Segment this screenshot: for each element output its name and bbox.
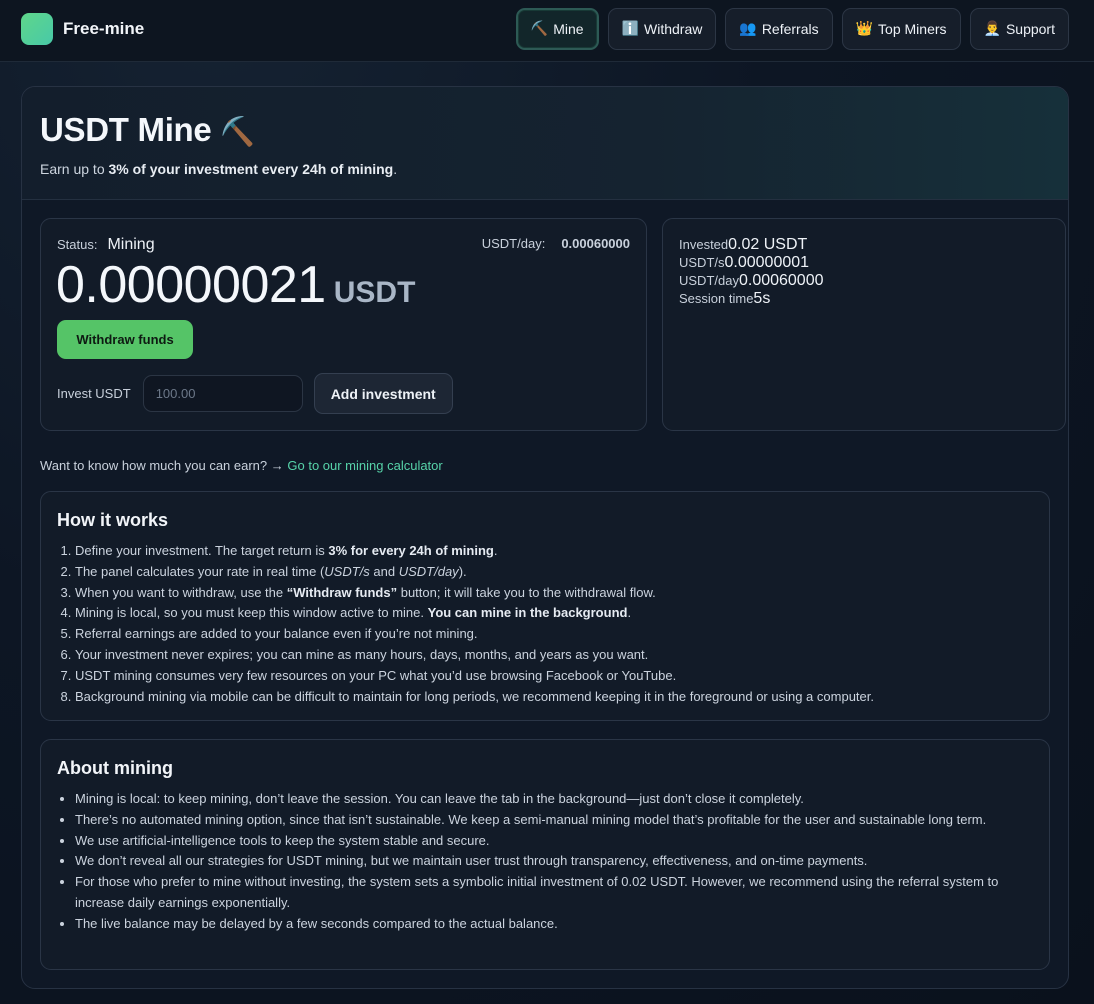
list-item: For those who prefer to mine without inv… (75, 872, 1033, 914)
subtitle-prefix: Earn up to (40, 161, 109, 177)
stat-key: Session time (679, 291, 754, 306)
withdraw-funds-button[interactable]: Withdraw funds (57, 320, 193, 359)
session-stats-panel: Invested 0.02 USDT USDT/s 0.00000001 USD… (662, 218, 1066, 431)
brand-name: Free-mine (63, 19, 145, 38)
page-title: USDT Mine ⛏️ (40, 111, 1050, 149)
pickaxe-icon: ⛏️ (220, 115, 255, 148)
nav-label: Referrals (761, 21, 819, 37)
status-line: Status: Mining (57, 236, 155, 254)
section-title: How it works (57, 510, 169, 530)
item-bold: You can mine in the background (427, 605, 628, 621)
mining-status-panel: Status: Mining USDT/day: 0.00060000 0.00… (40, 218, 647, 431)
item-italic: USDT/s (324, 563, 370, 579)
pickaxe-icon: ⛏️ (530, 21, 549, 37)
item-text: and (369, 563, 399, 579)
crown-icon: 👑 (855, 21, 874, 37)
item-text: ). (458, 563, 467, 579)
how-it-works-list: Define your investment. The target retur… (57, 541, 1033, 707)
item-text: Mining is local, so you must keep this w… (75, 605, 428, 621)
main-nav: ⛏️ Mine ℹ️ Withdraw 👥 Referrals 👑 Top Mi… (515, 8, 1069, 50)
brand-logo (21, 13, 53, 45)
about-mining-list: Mining is local: to keep mining, don’t l… (57, 789, 1033, 935)
list-item: There’s no automated mining option, sinc… (75, 810, 1033, 831)
stat-per-second: USDT/s 0.00000001 (679, 254, 824, 272)
nav-mine-button[interactable]: ⛏️ Mine (515, 8, 599, 50)
list-item: Mining is local: to keep mining, don’t l… (75, 789, 1033, 810)
brand[interactable]: Free-mine (21, 13, 144, 45)
stat-key: Invested (679, 237, 729, 252)
stat-key: USDT/s (679, 255, 725, 270)
section-title: About mining (57, 758, 173, 778)
support-agent-icon: 👨‍💼 (983, 21, 1001, 37)
status-value: Mining (107, 236, 155, 253)
live-balance: 0.00000021 USDT (56, 255, 415, 315)
nav-label: Mine (553, 21, 584, 37)
balance-amount: 0.00000021 (56, 256, 326, 314)
list-item: Referral earnings are added to your bala… (75, 624, 1033, 645)
nav-label: Support (1005, 21, 1055, 37)
how-it-works-section: How it works Define your investment. The… (40, 491, 1050, 721)
top-bar: Free-mine ⛏️ Mine ℹ️ Withdraw 👥 Referral… (0, 0, 1094, 62)
item-bold: “Withdraw funds” (286, 584, 398, 600)
info-icon: ℹ️ (621, 21, 640, 37)
invest-label: Invest USDT (57, 386, 131, 401)
mine-card: USDT Mine ⛏️ Earn up to 3% of your inves… (21, 86, 1069, 989)
item-text: The panel calculates your rate in real t… (75, 563, 325, 579)
stat-key: USDT/day (679, 273, 739, 288)
people-icon: 👥 (739, 21, 757, 37)
balance-unit: USDT (333, 276, 416, 309)
daily-rate-label: USDT/day: (481, 236, 546, 251)
list-item: We use artificial-intelligence tools to … (75, 831, 1033, 852)
item-text: button; it will take you to the withdraw… (397, 584, 656, 600)
nav-support-button[interactable]: 👨‍💼 Support (969, 8, 1069, 50)
list-item: USDT mining consumes very few resources … (75, 666, 1033, 687)
stat-value: 0.00000001 (724, 254, 810, 271)
stat-session-time: Session time 5s (679, 290, 824, 308)
list-item: The panel calculates your rate in real t… (75, 562, 1033, 583)
calculator-text: Want to know how much you can earn? → (40, 458, 288, 473)
nav-label: Withdraw (644, 21, 703, 37)
add-investment-button[interactable]: Add investment (313, 373, 453, 414)
item-text: Define your investment. The target retur… (75, 543, 329, 558)
list-item: Define your investment. The target retur… (75, 541, 1033, 562)
daily-rate: USDT/day: 0.00060000 (482, 236, 630, 251)
daily-rate-value: 0.00060000 (561, 236, 630, 251)
page-title-text: USDT Mine (40, 111, 212, 148)
mining-calculator-link[interactable]: Go to our mining calculator (287, 458, 442, 473)
list-item: The live balance may be delayed by a few… (75, 914, 1033, 935)
nav-label: Top Miners (878, 21, 947, 37)
nav-withdraw-button[interactable]: ℹ️ Withdraw (607, 8, 717, 50)
nav-referrals-button[interactable]: 👥 Referrals (725, 8, 833, 50)
stats-list: Invested 0.02 USDT USDT/s 0.00000001 USD… (679, 236, 824, 308)
hero: USDT Mine ⛏️ Earn up to 3% of your inves… (22, 87, 1068, 200)
list-item: Mining is local, so you must keep this w… (75, 603, 1033, 624)
stat-value: 0.02 USDT (728, 236, 808, 253)
subtitle-suffix: . (393, 161, 398, 177)
item-italic: USDT/day (398, 563, 459, 579)
invest-input[interactable] (142, 375, 303, 412)
subtitle-highlight: 3% of your investment every 24h of minin… (108, 161, 394, 177)
page-subtitle: Earn up to 3% of your investment every 2… (40, 161, 1050, 177)
stat-value: 5s (753, 290, 771, 307)
list-item: When you want to withdraw, use the “With… (75, 583, 1033, 604)
item-bold: 3% for every 24h of mining (328, 543, 494, 558)
item-text: When you want to withdraw, use the (75, 584, 287, 600)
stat-invested: Invested 0.02 USDT (679, 236, 824, 254)
invest-row: Invest USDT Add investment (57, 373, 453, 414)
item-text: . (493, 543, 498, 558)
item-text: . (627, 605, 632, 621)
about-mining-section: About mining Mining is local: to keep mi… (40, 739, 1050, 970)
stat-value: 0.00060000 (738, 272, 824, 289)
nav-top-miners-button[interactable]: 👑 Top Miners (841, 8, 961, 50)
list-item: Background mining via mobile can be diff… (75, 687, 1033, 708)
stat-per-day: USDT/day 0.00060000 (679, 272, 824, 290)
list-item: We don’t reveal all our strategies for U… (75, 851, 1033, 872)
status-label: Status: (57, 237, 98, 252)
calculator-prompt: Want to know how much you can earn? → Go… (40, 458, 443, 473)
list-item: Your investment never expires; you can m… (75, 645, 1033, 666)
